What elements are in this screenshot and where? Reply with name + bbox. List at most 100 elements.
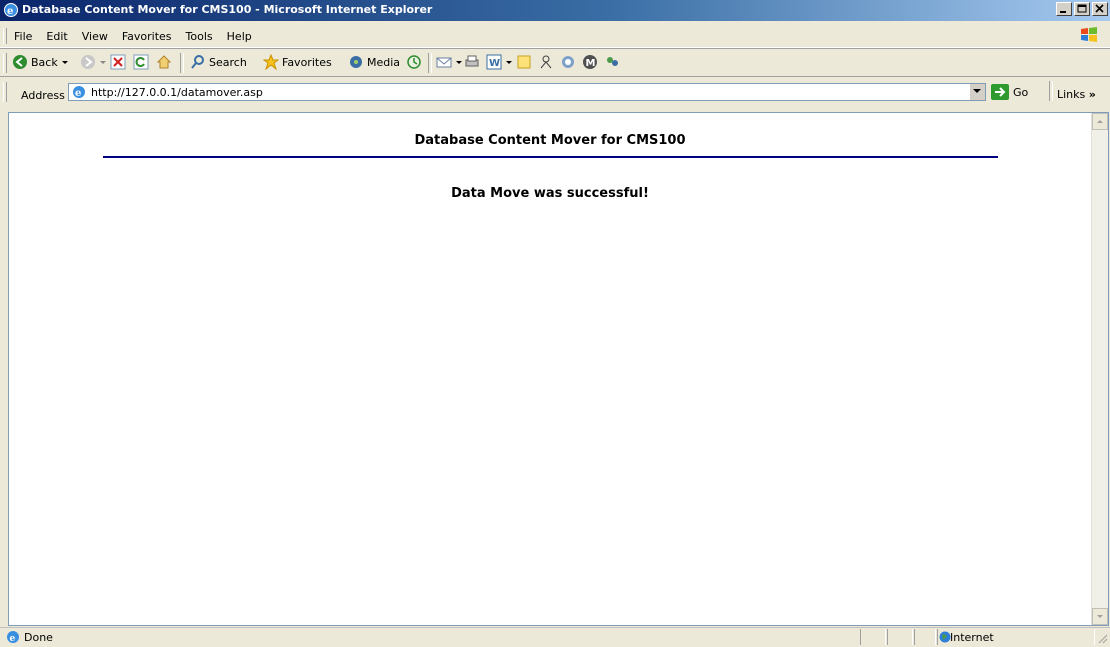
address-input[interactable]: e http://127.0.0.1/datamover.asp (68, 83, 986, 101)
window-title: Database Content Mover for CMS100 - Micr… (22, 3, 433, 16)
svg-text:W: W (489, 58, 500, 69)
content-frame: Database Content Mover for CMS100 Data M… (8, 112, 1109, 626)
scroll-down-button[interactable] (1092, 608, 1108, 625)
scroll-up-button[interactable] (1092, 113, 1108, 130)
address-label: Address (21, 89, 65, 102)
menu-edit[interactable]: Edit (46, 30, 67, 43)
forward-button[interactable] (80, 53, 107, 71)
chevron-down-icon (1097, 615, 1103, 618)
links-button[interactable]: Links » (1057, 88, 1096, 101)
back-arrow-icon (13, 55, 27, 69)
maximize-button[interactable] (1074, 2, 1090, 16)
favorites-star-icon (263, 54, 279, 70)
resize-grip-icon[interactable] (1096, 632, 1108, 644)
forward-arrow-icon (81, 55, 95, 69)
menu-favorites[interactable]: Favorites (122, 30, 172, 43)
menu-help[interactable]: Help (227, 30, 252, 43)
search-icon (191, 55, 204, 69)
favorites-button[interactable]: Favorites (263, 53, 332, 71)
status-text: Done (24, 631, 53, 644)
edit-button[interactable]: W (486, 53, 513, 71)
dropdown-arrow-icon (100, 61, 106, 64)
toolbar-separator (1049, 81, 1053, 101)
back-button[interactable]: Back (12, 53, 69, 71)
extra-button[interactable] (604, 53, 620, 71)
search-button[interactable]: Search (190, 53, 247, 71)
go-arrow-icon (991, 84, 1009, 100)
mail-button[interactable] (436, 53, 463, 71)
refresh-button[interactable] (133, 53, 149, 71)
note-icon (517, 55, 531, 69)
toolbar-separator (428, 53, 432, 73)
dropdown-arrow-icon (506, 61, 512, 64)
print-button[interactable] (464, 53, 480, 71)
menu-grip (3, 28, 7, 44)
status-pane (914, 629, 936, 645)
minimize-button[interactable] (1056, 2, 1072, 16)
dropdown-arrow-icon (456, 61, 462, 64)
menu-tools[interactable]: Tools (186, 30, 213, 43)
menu-items: File Edit View Favorites Tools Help (14, 30, 252, 43)
minimize-icon (1060, 11, 1066, 13)
address-url: http://127.0.0.1/datamover.asp (91, 86, 263, 99)
address-dropdown-button[interactable] (969, 84, 985, 100)
toolbar-separator (180, 53, 184, 73)
menu-file[interactable]: File (14, 30, 32, 43)
stop-icon (110, 54, 126, 70)
zone-label: Internet (950, 631, 994, 644)
standard-toolbar: Back Search Favorites Media W M (0, 48, 1110, 77)
home-button[interactable] (156, 53, 172, 71)
media-label: Media (367, 55, 401, 69)
media-button[interactable]: Media (348, 53, 400, 71)
research-button[interactable] (560, 53, 576, 71)
refresh-icon (133, 54, 149, 70)
m-icon: M (583, 55, 597, 69)
svg-text:e: e (75, 88, 81, 99)
menu-view[interactable]: View (82, 30, 108, 43)
print-icon (465, 55, 479, 67)
page-ie-icon: e (71, 84, 87, 100)
address-grip (3, 82, 7, 102)
status-bar: e Done Internet (0, 627, 1110, 647)
svg-text:M: M (586, 58, 596, 69)
web-page: Database Content Mover for CMS100 Data M… (9, 113, 1091, 625)
page-title: Database Content Mover for CMS100 (414, 133, 686, 148)
go-label: Go (1013, 85, 1029, 99)
search-label: Search (209, 55, 247, 69)
close-icon (1095, 4, 1104, 13)
history-button[interactable] (406, 53, 422, 71)
windows-logo-icon (1081, 27, 1097, 42)
chevron-down-icon (973, 89, 981, 93)
people-icon (607, 57, 618, 66)
svg-text:e: e (7, 6, 13, 17)
word-edit-icon: W (486, 54, 502, 70)
vertical-scrollbar[interactable] (1091, 113, 1108, 625)
back-label: Back (31, 55, 58, 69)
close-button[interactable] (1092, 2, 1108, 16)
internet-explorer-icon: e (4, 3, 18, 17)
history-icon (407, 55, 421, 69)
messenger-icon (540, 55, 552, 69)
svg-text:e: e (10, 634, 16, 644)
m-button[interactable]: M (582, 53, 598, 71)
links-label: Links (1057, 88, 1086, 101)
title-bar[interactable]: e Database Content Mover for CMS100 - Mi… (0, 0, 1110, 21)
dropdown-arrow-icon (61, 61, 68, 64)
favorites-label: Favorites (282, 55, 332, 69)
browser-window: e Database Content Mover for CMS100 - Mi… (0, 0, 1110, 647)
messenger-button[interactable] (538, 53, 554, 71)
discuss-button[interactable] (516, 53, 532, 71)
title-rule (103, 156, 998, 158)
chevron-up-icon (1097, 120, 1103, 123)
media-icon (350, 56, 362, 68)
success-message: Data Move was successful! (451, 186, 649, 201)
stop-button[interactable] (110, 53, 126, 71)
chevron-right-icon: » (1088, 88, 1096, 101)
toolbar-grip (3, 53, 7, 73)
menu-bar: File Edit View Favorites Tools Help (0, 25, 1110, 48)
address-bar: Address e http://127.0.0.1/datamover.asp… (0, 76, 1110, 108)
research-icon (562, 56, 574, 68)
status-pane (887, 629, 913, 645)
go-button[interactable]: Go (991, 83, 1028, 101)
status-pane (860, 629, 886, 645)
